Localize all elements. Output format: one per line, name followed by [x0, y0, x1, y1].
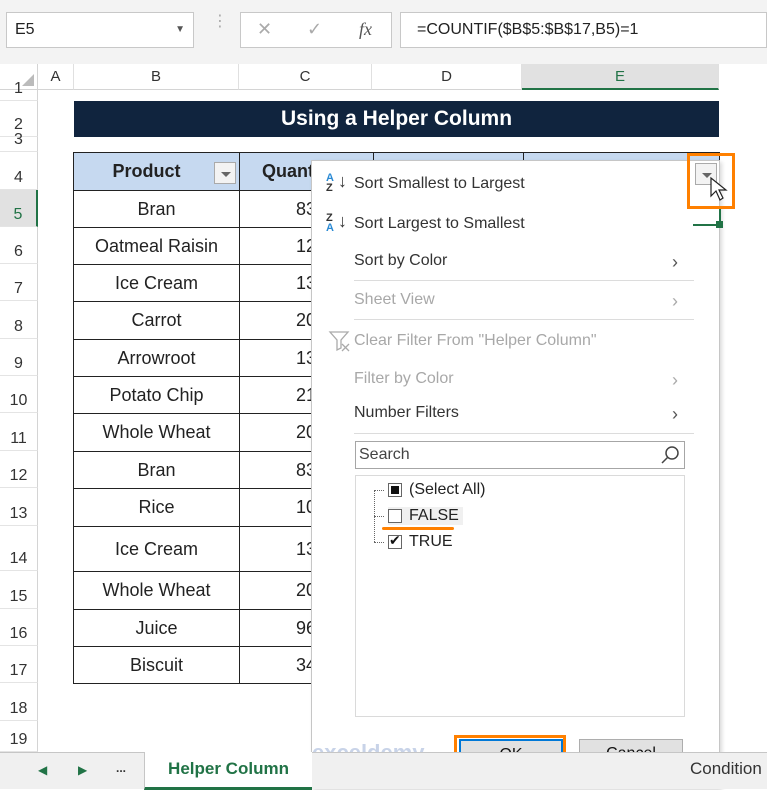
row-header-14[interactable]: 14	[0, 526, 38, 571]
checkbox[interactable]	[388, 509, 402, 523]
sort-descending-icon: ZA	[326, 212, 334, 234]
column-header-d[interactable]: D	[372, 64, 522, 90]
sort-by-color-item[interactable]: Sort by Color ›	[354, 252, 678, 272]
filter-by-color-label: Filter by Color	[354, 370, 454, 387]
product-cell[interactable]: Carrot	[73, 301, 240, 340]
product-cell[interactable]: Ice Cream	[73, 526, 240, 572]
separator	[354, 433, 694, 434]
row-header-15[interactable]: 15	[0, 571, 38, 609]
table-header-cell[interactable]: Product	[73, 152, 240, 191]
tab-helper-column[interactable]: Helper Column	[144, 752, 312, 790]
separator	[354, 319, 694, 320]
row-header-10[interactable]: 10	[0, 376, 38, 413]
filter-by-color-item: Filter by Color ›	[354, 370, 678, 390]
column-header-b[interactable]: B	[74, 64, 239, 90]
arrow-down-icon: ↓	[338, 171, 347, 191]
row-header-5[interactable]: 5	[0, 190, 38, 227]
product-cell[interactable]: Rice	[73, 488, 240, 527]
separator	[354, 280, 694, 281]
clear-filter-item: Clear Filter From "Helper Column"	[354, 332, 597, 349]
formula-buttons: ✕ ✓ fx	[240, 12, 392, 48]
tree-line	[374, 542, 384, 543]
chevron-right-icon: ›	[672, 252, 678, 272]
filter-item-select-all[interactable]: (Select All)	[388, 481, 485, 499]
column-header-e[interactable]: E	[522, 64, 719, 90]
number-filters-label: Number Filters	[354, 404, 459, 421]
row-header-6[interactable]: 6	[0, 227, 38, 264]
filter-values-list: (Select All) FALSE TRUE	[355, 475, 685, 717]
row-header-17[interactable]: 17	[0, 646, 38, 683]
more-icon: ⋮	[212, 13, 228, 30]
row-header-3[interactable]: 3	[0, 131, 38, 152]
product-cell[interactable]: Whole Wheat	[73, 571, 240, 610]
product-cell[interactable]: Oatmeal Raisin	[73, 227, 240, 265]
product-cell[interactable]: Bran	[73, 190, 240, 228]
product-cell[interactable]: Arrowroot	[73, 339, 240, 377]
row-header-11[interactable]: 11	[0, 413, 38, 451]
sheet-view-label: Sheet View	[354, 291, 435, 308]
tree-line	[374, 490, 384, 491]
clear-filter-icon	[328, 331, 350, 352]
row-header-8[interactable]: 8	[0, 301, 38, 339]
sort-ascending-icon: AZ	[326, 172, 334, 194]
search-icon	[661, 446, 679, 464]
mouse-cursor-icon	[710, 176, 728, 201]
number-filters-item[interactable]: Number Filters ›	[354, 404, 678, 424]
row-header-7[interactable]: 7	[0, 264, 38, 301]
search-input[interactable]: Search	[355, 441, 685, 469]
highlight-underline	[382, 527, 454, 530]
tab-condition[interactable]: Condition	[690, 759, 762, 779]
filter-button-product[interactable]	[214, 162, 236, 184]
name-box[interactable]: E5 ▼	[6, 12, 194, 48]
fill-handle[interactable]	[716, 221, 723, 228]
checkbox[interactable]	[388, 483, 402, 497]
sheet-view-item: Sheet View ›	[354, 291, 678, 311]
row-header-13[interactable]: 13	[0, 488, 38, 526]
more-sheets-button[interactable]: ...	[116, 761, 126, 775]
name-box-value: E5	[15, 21, 35, 38]
row-header-12[interactable]: 12	[0, 451, 38, 488]
chevron-right-icon: ›	[672, 404, 678, 424]
chevron-down-icon[interactable]: ▼	[175, 13, 185, 47]
row-header-16[interactable]: 16	[0, 609, 38, 646]
product-cell[interactable]: Bran	[73, 451, 240, 489]
row-header-18[interactable]: 18	[0, 683, 38, 721]
tree-line	[374, 516, 384, 517]
enter-icon[interactable]: ✓	[307, 19, 322, 40]
checkbox[interactable]	[388, 532, 402, 549]
product-cell[interactable]: Whole Wheat	[73, 413, 240, 452]
filter-item-true[interactable]: TRUE	[388, 532, 453, 551]
sheet-tab-bar: ◀ ▶ ... Helper Column Condition	[0, 752, 767, 790]
filter-item-label: FALSE	[409, 507, 459, 524]
formula-input[interactable]: =COUNTIF($B$5:$B$17,B5)=1	[400, 12, 767, 48]
sheet-title: Using a Helper Column	[74, 101, 719, 137]
sort-by-color-label: Sort by Color	[354, 252, 448, 269]
arrow-down-icon: ↓	[338, 211, 347, 231]
search-placeholder: Search	[359, 446, 410, 463]
cancel-icon[interactable]: ✕	[257, 19, 272, 40]
product-cell[interactable]: Biscuit	[73, 646, 240, 684]
next-sheet-icon[interactable]: ▶	[78, 763, 87, 777]
column-header-a[interactable]: A	[38, 64, 74, 90]
filter-item-false[interactable]: FALSE	[388, 507, 463, 525]
chevron-right-icon: ›	[672, 291, 678, 311]
product-cell[interactable]: Juice	[73, 609, 240, 647]
fx-icon[interactable]: fx	[359, 19, 372, 40]
column-header-c[interactable]: C	[239, 64, 372, 90]
filter-item-label: (Select All)	[409, 481, 486, 498]
product-cell[interactable]: Ice Cream	[73, 264, 240, 302]
prev-sheet-icon[interactable]: ◀	[38, 763, 47, 777]
filter-item-label: TRUE	[409, 533, 453, 550]
filter-dropdown: AZ ↓ Sort Smallest to Largest ZA ↓ Sort …	[311, 160, 720, 789]
header-label: Product	[112, 161, 181, 181]
sort-descending-item[interactable]: Sort Largest to Smallest	[354, 215, 525, 233]
row-header-1[interactable]: 1	[0, 80, 38, 101]
row-header-4[interactable]: 4	[0, 152, 38, 190]
chevron-right-icon: ›	[672, 370, 678, 390]
sort-ascending-item[interactable]: Sort Smallest to Largest	[354, 175, 525, 193]
product-cell[interactable]: Potato Chip	[73, 376, 240, 414]
row-header-9[interactable]: 9	[0, 339, 38, 376]
row-header-19[interactable]: 19	[0, 721, 38, 752]
